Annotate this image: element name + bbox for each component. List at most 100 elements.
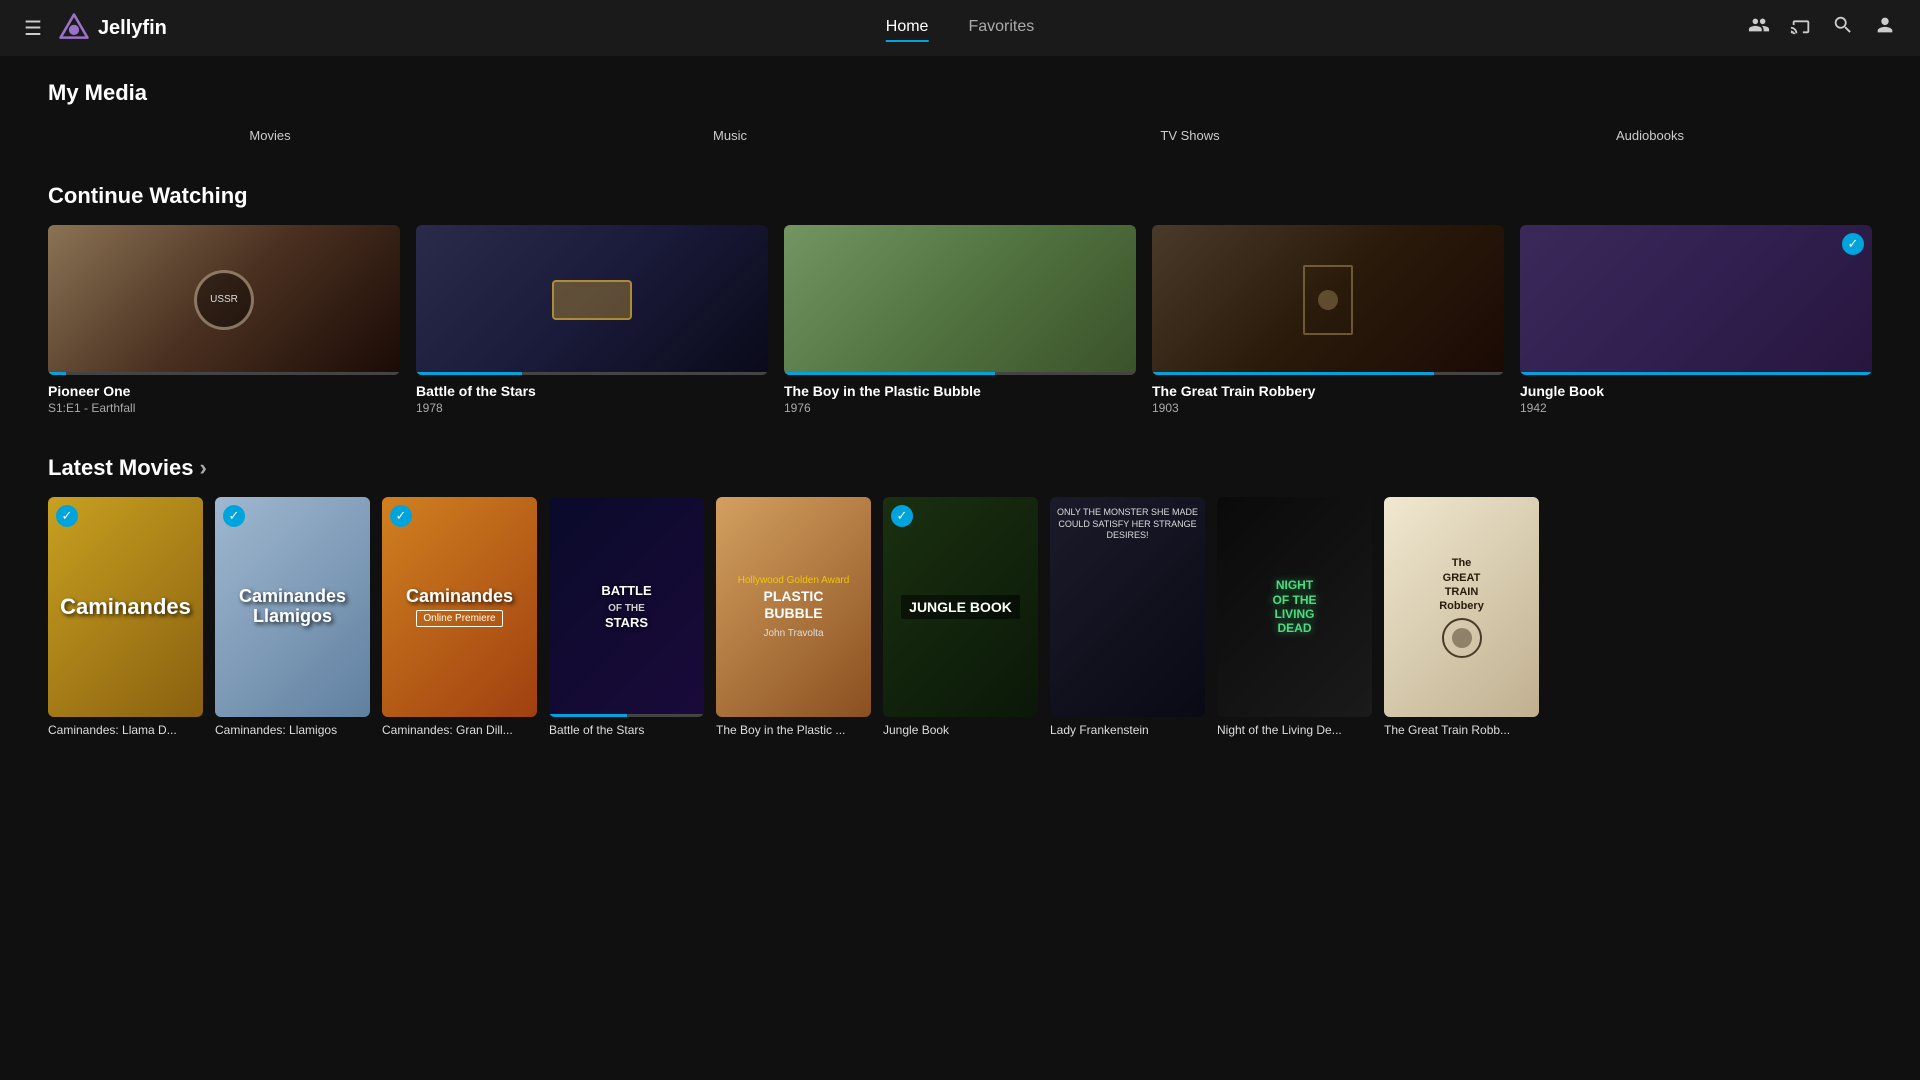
movie-card-battle[interactable]: BATTLEOF THESTARS Battle of the Stars — [549, 497, 704, 737]
boy-name: The Boy in the Plastic Bubble — [784, 383, 1136, 399]
battle-sub: 1978 — [416, 401, 768, 415]
jungle2-title: Jungle Book — [883, 723, 1038, 737]
cam1-title: Caminandes: Llama D... — [48, 723, 203, 737]
hamburger-icon[interactable]: ☰ — [24, 16, 42, 41]
watching-thumb-train — [1152, 225, 1504, 375]
header-actions — [1748, 14, 1896, 42]
poster-battle: BATTLEOF THESTARS — [549, 497, 704, 717]
boy-progress-bar — [784, 372, 1136, 375]
poster-cam1: ✓ Caminandes — [48, 497, 203, 717]
movie-card-ladyfrank[interactable]: ONLY THE MONSTER SHE MADE COULD SATISFY … — [1050, 497, 1205, 737]
movie-card-boy[interactable]: Hollywood Golden Award PLASTICBUBBLE Joh… — [716, 497, 871, 737]
poster-ladyfrank: ONLY THE MONSTER SHE MADE COULD SATISFY … — [1050, 497, 1205, 717]
movie-card-cam1[interactable]: ✓ Caminandes Caminandes: Llama D... — [48, 497, 203, 737]
jungle-sub: 1942 — [1520, 401, 1872, 415]
boy-progress-fill — [784, 372, 995, 375]
poster-jungle: ✓ JUNGLE BOOK — [883, 497, 1038, 717]
train-info: The Great Train Robbery 1903 — [1152, 383, 1504, 415]
movie-card-jungle[interactable]: ✓ JUNGLE BOOK Jungle Book — [883, 497, 1038, 737]
watching-thumb-pioneer: USSR — [48, 225, 400, 375]
cast-icon[interactable] — [1790, 14, 1812, 42]
media-card-wrapper-music: Music Music — [508, 122, 952, 143]
battle-progress-fill — [416, 372, 522, 375]
movie-card-gtr[interactable]: TheGREATTRAINRobbery The Great Train Rob… — [1384, 497, 1539, 737]
watching-card-pioneer[interactable]: USSR Pioneer One S1:E1 - Earthfall — [48, 225, 400, 415]
battle-info: Battle of the Stars 1978 — [416, 383, 768, 415]
movie-card-nld[interactable]: NIGHTOF THELIVINGDEAD Night of the Livin… — [1217, 497, 1372, 737]
watching-card-jungle[interactable]: ✓ Jungle Book 1942 — [1520, 225, 1872, 415]
poster-cam2: ✓ CaminandesLlamigos — [215, 497, 370, 717]
pioneer-progress-fill — [48, 372, 66, 375]
continue-watching-section: Continue Watching USSR Pioneer One S1:E1… — [48, 183, 1872, 415]
movie-card-cam2[interactable]: ✓ CaminandesLlamigos Caminandes: Llamigo… — [215, 497, 370, 737]
poster-cam3: ✓ Caminandes Online Premiere — [382, 497, 537, 717]
jungle2-check: ✓ — [891, 505, 913, 527]
ladyfrank-title: Lady Frankenstein — [1050, 723, 1205, 737]
main-nav: Home Favorites — [886, 14, 1034, 42]
cam2-title: Caminandes: Llamigos — [215, 723, 370, 737]
main-content: My Media Movies Movies Music Music — [0, 56, 1920, 1080]
media-card-wrapper-tvshows: TV Shows TV Shows — [968, 122, 1412, 143]
header: ☰ Jellyfin Home Favorites — [0, 0, 1920, 56]
train-progress-fill — [1152, 372, 1434, 375]
jungle-progress-fill — [1520, 372, 1872, 375]
poster-gtr: TheGREATTRAINRobbery — [1384, 497, 1539, 717]
media-card-movies-sub: Movies — [249, 128, 290, 143]
jungle-info: Jungle Book 1942 — [1520, 383, 1872, 415]
my-media-section: My Media Movies Movies Music Music — [48, 80, 1872, 143]
pioneer-progress-bar — [48, 372, 400, 375]
gtr-title: The Great Train Robb... — [1384, 723, 1539, 737]
search-icon[interactable] — [1832, 14, 1854, 42]
battle-progress-bar — [416, 372, 768, 375]
boy-info: The Boy in the Plastic Bubble 1976 — [784, 383, 1136, 415]
jungle-name: Jungle Book — [1520, 383, 1872, 399]
watching-thumb-boy — [784, 225, 1136, 375]
media-card-music-sub: Music — [713, 128, 747, 143]
nav-home[interactable]: Home — [886, 14, 929, 42]
latest-movies-arrow: › — [200, 455, 207, 481]
latest-movies-label: Latest Movies — [48, 455, 194, 481]
my-media-title: My Media — [48, 80, 1872, 106]
jellyfin-logo-icon — [58, 12, 90, 44]
watching-card-battle[interactable]: Battle of the Stars 1978 — [416, 225, 768, 415]
cam1-check: ✓ — [56, 505, 78, 527]
train-sub: 1903 — [1152, 401, 1504, 415]
movies-grid: ✓ Caminandes Caminandes: Llama D... ✓ Ca… — [48, 497, 1872, 737]
profile-icon[interactable] — [1874, 14, 1896, 42]
watching-thumb-battle — [416, 225, 768, 375]
boy-title: The Boy in the Plastic ... — [716, 723, 871, 737]
jungle-progress-bar — [1520, 372, 1872, 375]
media-card-audiobooks-sub: Audiobooks — [1616, 128, 1684, 143]
poster-nld: NIGHTOF THELIVINGDEAD — [1217, 497, 1372, 717]
pioneer-sub: S1:E1 - Earthfall — [48, 401, 400, 415]
cam3-title: Caminandes: Gran Dill... — [382, 723, 537, 737]
media-grid: Movies Movies Music Music TV Shows — [48, 122, 1872, 143]
latest-movies-title[interactable]: Latest Movies › — [48, 455, 1872, 481]
nld-title: Night of the Living De... — [1217, 723, 1372, 737]
watching-card-boy[interactable]: The Boy in the Plastic Bubble 1976 — [784, 225, 1136, 415]
boy-sub: 1976 — [784, 401, 1136, 415]
movie-card-cam3[interactable]: ✓ Caminandes Online Premiere Caminandes:… — [382, 497, 537, 737]
cam3-check: ✓ — [390, 505, 412, 527]
watching-card-train[interactable]: The Great Train Robbery 1903 — [1152, 225, 1504, 415]
app-name: Jellyfin — [98, 17, 167, 40]
train-progress-bar — [1152, 372, 1504, 375]
users-icon[interactable] — [1748, 14, 1770, 42]
battle-title: Battle of the Stars — [549, 723, 704, 737]
pioneer-info: Pioneer One S1:E1 - Earthfall — [48, 383, 400, 415]
jungle-check: ✓ — [1842, 233, 1864, 255]
latest-movies-section: Latest Movies › ✓ Caminandes Caminandes:… — [48, 455, 1872, 737]
watching-thumb-jungle: ✓ — [1520, 225, 1872, 375]
battle-name: Battle of the Stars — [416, 383, 768, 399]
watching-grid: USSR Pioneer One S1:E1 - Earthfall — [48, 225, 1872, 415]
poster-boy: Hollywood Golden Award PLASTICBUBBLE Joh… — [716, 497, 871, 717]
nav-favorites[interactable]: Favorites — [968, 14, 1034, 42]
media-card-tvshows-sub: TV Shows — [1160, 128, 1219, 143]
continue-watching-title: Continue Watching — [48, 183, 1872, 209]
pioneer-name: Pioneer One — [48, 383, 400, 399]
media-card-wrapper-movies: Movies Movies — [48, 122, 492, 143]
cam2-check: ✓ — [223, 505, 245, 527]
logo[interactable]: Jellyfin — [58, 12, 167, 44]
train-name: The Great Train Robbery — [1152, 383, 1504, 399]
media-card-wrapper-audiobooks: Audiobooks — [1428, 122, 1872, 143]
